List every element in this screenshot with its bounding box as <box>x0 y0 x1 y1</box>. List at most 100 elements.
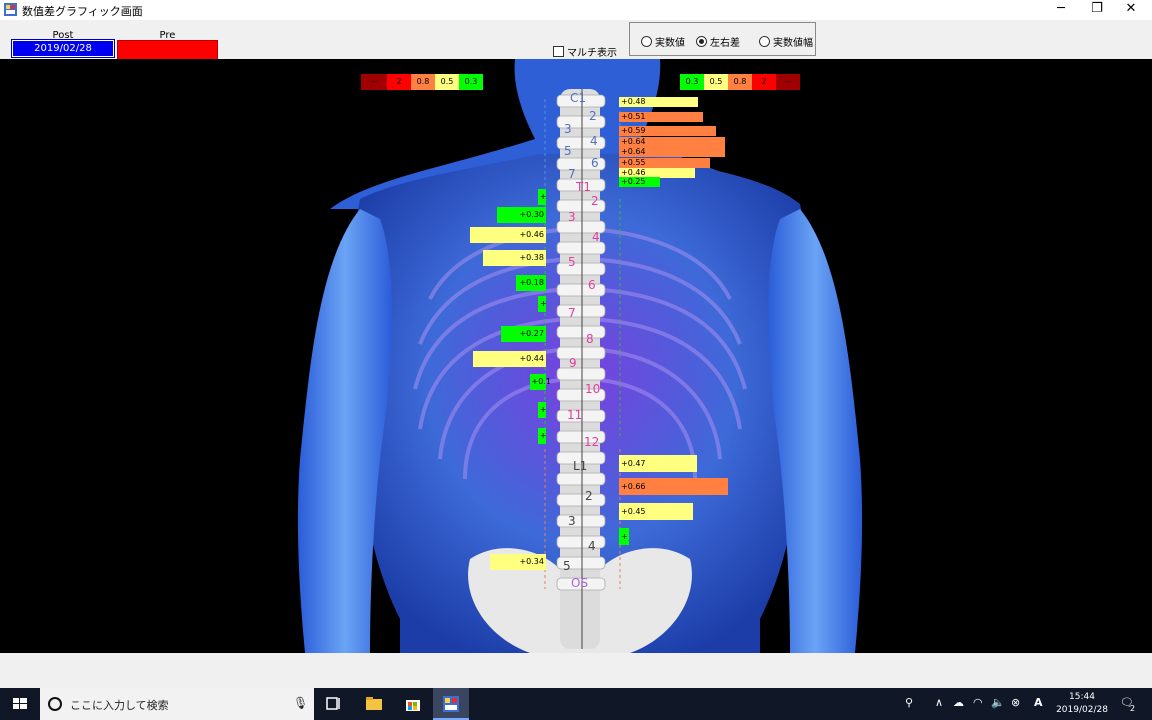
taskbar-search[interactable]: ここに入力して検索 🎙 <box>40 688 314 720</box>
right-bar: +0.64 <box>619 137 725 147</box>
app-taskbar-icon <box>443 696 459 712</box>
vertebra-label: 7 <box>568 306 576 320</box>
vertebra-label: OS <box>571 576 589 590</box>
left-bar: + <box>537 189 546 205</box>
vertebra-label: 4 <box>590 134 598 148</box>
file-explorer-icon[interactable] <box>364 694 384 714</box>
vertebra-body <box>556 535 606 549</box>
notification-count: 2 <box>1130 704 1136 713</box>
active-app-tile[interactable] <box>433 688 469 720</box>
vertebra-label: 11 <box>567 408 583 422</box>
vertebra-label: 2 <box>591 194 599 208</box>
right-bar: +0.55 <box>619 158 710 168</box>
checkbox-icon[interactable] <box>553 46 564 57</box>
task-view-icon[interactable] <box>324 694 344 714</box>
vertebra-body <box>556 367 606 381</box>
taskbar-clock[interactable]: 15:44 2019/02/28 <box>1052 691 1112 717</box>
scale-right-cell: 0.5 <box>704 74 728 90</box>
vertebra-label: 5 <box>568 255 576 269</box>
vertebra-label: 3 <box>564 122 572 136</box>
cortana-icon <box>48 697 62 711</box>
radio-label: 左右差 <box>710 38 740 49</box>
right-bar: +0.59 <box>619 126 717 136</box>
scale-right-cell: 0.8 <box>728 74 752 90</box>
vertebra-body <box>556 304 606 318</box>
microphone-icon[interactable]: 🎙 <box>293 696 308 710</box>
app-window: 数值差グラフィック画面 ─ ❐ ✕ Post 2019/02/28 12:23:… <box>0 0 1152 688</box>
radio-left-right-diff[interactable]: 左右差 <box>696 34 740 49</box>
radio-selected-icon[interactable] <box>696 36 707 47</box>
radio-actual-value[interactable]: 実数値 <box>641 34 685 49</box>
post-timestamp[interactable]: 2019/02/28 12:23:35 <box>11 39 115 70</box>
vertebra-label: 12 <box>584 435 600 449</box>
scale-left-cell: 0.3 <box>459 74 483 90</box>
vertebra-label: 3 <box>568 210 576 224</box>
people-icon[interactable]: ⚲ <box>905 696 913 709</box>
left-bar: + <box>537 402 546 418</box>
vertebra-label: T1 <box>576 180 591 194</box>
scale-left-cell: 2 <box>387 74 411 90</box>
radio-icon[interactable] <box>641 36 652 47</box>
radio-actual-range[interactable]: 実数値幅 <box>759 34 813 49</box>
right-bar: +0.64 <box>619 147 725 157</box>
title-bar: 数值差グラフィック画面 ─ ❐ ✕ <box>0 0 1152 20</box>
vertebra-label: L1 <box>573 459 588 473</box>
vertebra-label: 8 <box>586 332 594 346</box>
radio-icon[interactable] <box>759 36 770 47</box>
status-strip <box>0 653 1152 688</box>
window-title: 数值差グラフィック画面 <box>22 5 143 18</box>
left-bar: +0.27 <box>501 326 546 342</box>
store-icon[interactable] <box>403 694 423 714</box>
left-bar: +0.1 <box>529 374 551 390</box>
chevron-up-icon[interactable]: ∧ <box>935 696 943 709</box>
right-bar: +0.66 <box>619 478 728 495</box>
adobe-icon[interactable]: A <box>1034 696 1043 709</box>
vertebra-label: 4 <box>592 230 600 244</box>
left-bar: +0.46 <box>470 227 546 243</box>
scale-right-cell: 0.3 <box>680 74 704 90</box>
vertebra-label: 9 <box>569 356 577 370</box>
vertebra-label: 6 <box>591 156 599 170</box>
vertebra-body <box>556 262 606 276</box>
left-bar: +0.18 <box>516 275 546 291</box>
multi-display-checkbox[interactable]: マルチ表示 <box>553 44 617 59</box>
vertebra-label: 2 <box>589 109 597 123</box>
right-bar: +0.51 <box>619 112 704 122</box>
vertebra-label: C1 <box>570 91 587 105</box>
left-bar: +0.34 <box>489 554 546 570</box>
scale-right-cell: ~ <box>776 74 800 90</box>
close-button[interactable]: ✕ <box>1108 0 1152 20</box>
vertebra-label: 5 <box>564 144 572 158</box>
left-bar: + <box>537 428 546 444</box>
right-bar: +0.48 <box>619 97 699 107</box>
vertebra-body <box>556 493 606 507</box>
onedrive-icon[interactable]: ☁ <box>953 696 964 709</box>
left-bar: +0.30 <box>496 207 546 223</box>
wifi-icon[interactable]: ◠ <box>973 696 983 709</box>
right-bar: +0.45 <box>619 503 694 520</box>
left-bar: + <box>538 296 547 312</box>
vertebra-body <box>556 346 606 360</box>
scale-right-cell: 2 <box>752 74 776 90</box>
right-bar: +0.47 <box>619 455 697 472</box>
radio-label: 実数値 <box>655 38 685 49</box>
vertebra-body <box>556 514 606 528</box>
vertebra-body <box>556 472 606 486</box>
vertebra-label: 5 <box>563 559 571 573</box>
clock-time: 15:44 <box>1069 692 1095 702</box>
taskbar: ここに入力して検索 🎙 ⚲ ∧ ☁ ◠ 🔈 ⊗ A 15:44 2019/02/… <box>0 688 1152 720</box>
windows-start-icon[interactable] <box>0 688 40 720</box>
search-placeholder: ここに入力して検索 <box>70 699 169 712</box>
scale-left-cell: ~ <box>361 74 387 90</box>
vertebra-body <box>556 325 606 339</box>
scale-left-cell: 0.8 <box>411 74 435 90</box>
close-circle-icon[interactable]: ⊗ <box>1011 696 1020 709</box>
vertebra-label: 3 <box>568 514 576 528</box>
vertebra-label: 4 <box>588 539 596 553</box>
vertebra-body <box>556 283 606 297</box>
multi-display-label: マルチ表示 <box>567 48 617 59</box>
scale-left-cell: 0.5 <box>435 74 459 90</box>
volume-icon[interactable]: 🔈 <box>991 696 1005 709</box>
clock-date: 2019/02/28 <box>1056 705 1108 715</box>
display-mode-group: 実数値 左右差 実数値幅 <box>629 22 816 56</box>
